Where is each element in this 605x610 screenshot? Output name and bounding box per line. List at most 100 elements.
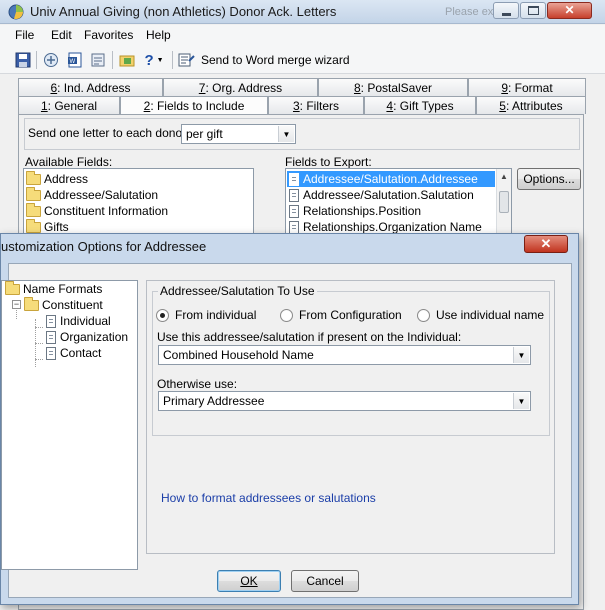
- radio-unchecked-icon: [417, 308, 430, 322]
- main-title-bar: Univ Annual Giving (non Athletics) Donor…: [0, 0, 605, 24]
- format-help-link[interactable]: How to format addressees or salutations: [161, 491, 376, 505]
- tree-item-individual[interactable]: Individual: [46, 313, 111, 329]
- tab-number: 5: [499, 98, 506, 113]
- main-window-title: Univ Annual Giving (non Athletics) Donor…: [30, 4, 337, 19]
- name-formats-tree[interactable]: Name Formats − Constituent Individual Or…: [1, 280, 138, 570]
- folder-icon: [26, 186, 41, 201]
- radio-from-configuration[interactable]: From Configuration: [280, 308, 402, 322]
- ok-button[interactable]: OK: [217, 570, 281, 592]
- tree-item-constituent[interactable]: Constituent: [24, 296, 103, 313]
- print-preview-icon: [44, 53, 58, 67]
- addressee-group-title: Addressee/Salutation To Use: [158, 284, 317, 298]
- radio-use-individual-name[interactable]: Use individual name: [417, 308, 544, 322]
- minimize-button[interactable]: [493, 2, 519, 19]
- document-icon: [46, 314, 56, 328]
- tab-label: : Attributes: [505, 98, 563, 113]
- tab-label: : Org. Address: [205, 80, 283, 95]
- export-list-scrollbar[interactable]: ▲: [496, 169, 511, 235]
- document-icon: [289, 220, 299, 234]
- tab-fields-to-include[interactable]: 2: Fields to Include: [120, 96, 268, 114]
- chevron-down-icon: ▼: [513, 347, 529, 363]
- cancel-button[interactable]: Cancel: [291, 570, 359, 592]
- tree-item-label: Constituent: [42, 298, 103, 312]
- export-button[interactable]: [118, 51, 136, 69]
- list-item-label: Gifts: [44, 220, 69, 234]
- folder-icon: [26, 170, 41, 185]
- maximize-button[interactable]: [520, 2, 546, 19]
- tree-item-label: Organization: [60, 330, 129, 344]
- tree-item-name-formats[interactable]: Name Formats: [5, 280, 103, 297]
- merge-wizard-label[interactable]: Send to Word merge wizard: [201, 53, 350, 67]
- background-ghost-text: Please ex: [445, 6, 494, 18]
- print-preview-button[interactable]: [42, 51, 60, 69]
- tab-postalsaver[interactable]: 8: PostalSaver: [318, 78, 468, 96]
- document-icon: [289, 204, 299, 218]
- folder-icon: [5, 280, 20, 295]
- tree-item-organization[interactable]: Organization: [46, 329, 128, 345]
- ok-button-label: OK: [240, 574, 258, 588]
- tab-label: : Ind. Address: [57, 80, 131, 95]
- tab-number: 1: [40, 98, 48, 113]
- dialog-close-button[interactable]: ✕: [524, 235, 568, 253]
- collapse-icon[interactable]: −: [12, 300, 21, 309]
- list-item[interactable]: Constituent Information: [26, 202, 169, 219]
- available-fields-list[interactable]: Address Addressee/Salutation Constituent…: [23, 168, 254, 236]
- tab-number: 7: [198, 80, 206, 95]
- favorites-button[interactable]: [89, 51, 107, 69]
- list-item[interactable]: Relationships.Position: [289, 203, 421, 219]
- main-close-button[interactable]: ✕: [547, 2, 592, 19]
- scroll-thumb[interactable]: [499, 191, 509, 213]
- otherwise-use-value: Primary Addressee: [163, 394, 265, 408]
- menu-edit[interactable]: Edit: [51, 28, 72, 42]
- document-icon: [46, 346, 56, 360]
- document-icon: [46, 330, 56, 344]
- tree-line: [35, 359, 43, 360]
- menu-help[interactable]: Help: [146, 28, 171, 42]
- radio-label: From Configuration: [299, 308, 402, 322]
- send-letter-select[interactable]: per gift ▼: [181, 124, 296, 144]
- radio-from-individual[interactable]: From individual: [156, 308, 256, 322]
- tab-general[interactable]: 1: General: [18, 96, 120, 114]
- scroll-up-icon[interactable]: ▲: [500, 172, 508, 181]
- tree-item-contact[interactable]: Contact: [46, 345, 101, 361]
- menu-favorites[interactable]: Favorites: [84, 28, 133, 42]
- otherwise-use-label: Otherwise use:: [157, 377, 238, 391]
- chevron-down-icon: ▼: [156, 56, 164, 64]
- tab-org-address[interactable]: 7: Org. Address: [163, 78, 318, 96]
- options-button[interactable]: Options...: [517, 168, 581, 190]
- tab-ind-address[interactable]: 6: Ind. Address: [18, 78, 163, 96]
- options-button-label: Options...: [523, 172, 575, 186]
- tab-number: 2: [143, 98, 151, 113]
- tab-label: : Filters: [299, 98, 340, 113]
- tab-attributes[interactable]: 5: Attributes: [476, 96, 586, 114]
- use-if-present-label: Use this addressee/salutation if present…: [157, 330, 462, 344]
- tree-item-label: Contact: [60, 346, 102, 360]
- list-item[interactable]: Address: [26, 170, 88, 187]
- tab-format[interactable]: 9: Format: [468, 78, 586, 96]
- tab-label: : General: [47, 98, 98, 113]
- menu-file[interactable]: File: [15, 28, 34, 42]
- tree-item-label: Name Formats: [23, 282, 103, 296]
- word-doc-button[interactable]: W: [66, 51, 84, 69]
- fields-to-export-list[interactable]: Addressee/Salutation.Addressee Addressee…: [285, 168, 512, 236]
- help-button[interactable]: ? ▼: [142, 51, 166, 69]
- list-item-label: Constituent Information: [44, 204, 169, 218]
- tab-label: : Format: [508, 80, 553, 95]
- save-button[interactable]: [14, 51, 32, 69]
- tab-filters[interactable]: 3: Filters: [268, 96, 364, 114]
- list-item-selected[interactable]: Addressee/Salutation.Addressee: [287, 171, 495, 187]
- use-addressee-select[interactable]: Combined Household Name ▼: [158, 345, 531, 365]
- help-icon: ?: [144, 51, 154, 69]
- tab-number: 4: [386, 98, 394, 113]
- favorites-icon: [91, 53, 105, 67]
- save-icon: [15, 52, 31, 68]
- list-item[interactable]: Addressee/Salutation.Salutation: [289, 187, 474, 203]
- merge-wizard-button[interactable]: [178, 51, 196, 69]
- toolbar: W ? ▼ Send to Word merge wizard: [0, 46, 605, 74]
- tab-gift-types[interactable]: 4: Gift Types: [364, 96, 476, 114]
- otherwise-use-select[interactable]: Primary Addressee ▼: [158, 391, 531, 411]
- available-fields-label: Available Fields:: [25, 155, 113, 169]
- tab-number: 3: [292, 98, 300, 113]
- document-icon: [289, 188, 299, 202]
- list-item[interactable]: Addressee/Salutation: [26, 186, 158, 203]
